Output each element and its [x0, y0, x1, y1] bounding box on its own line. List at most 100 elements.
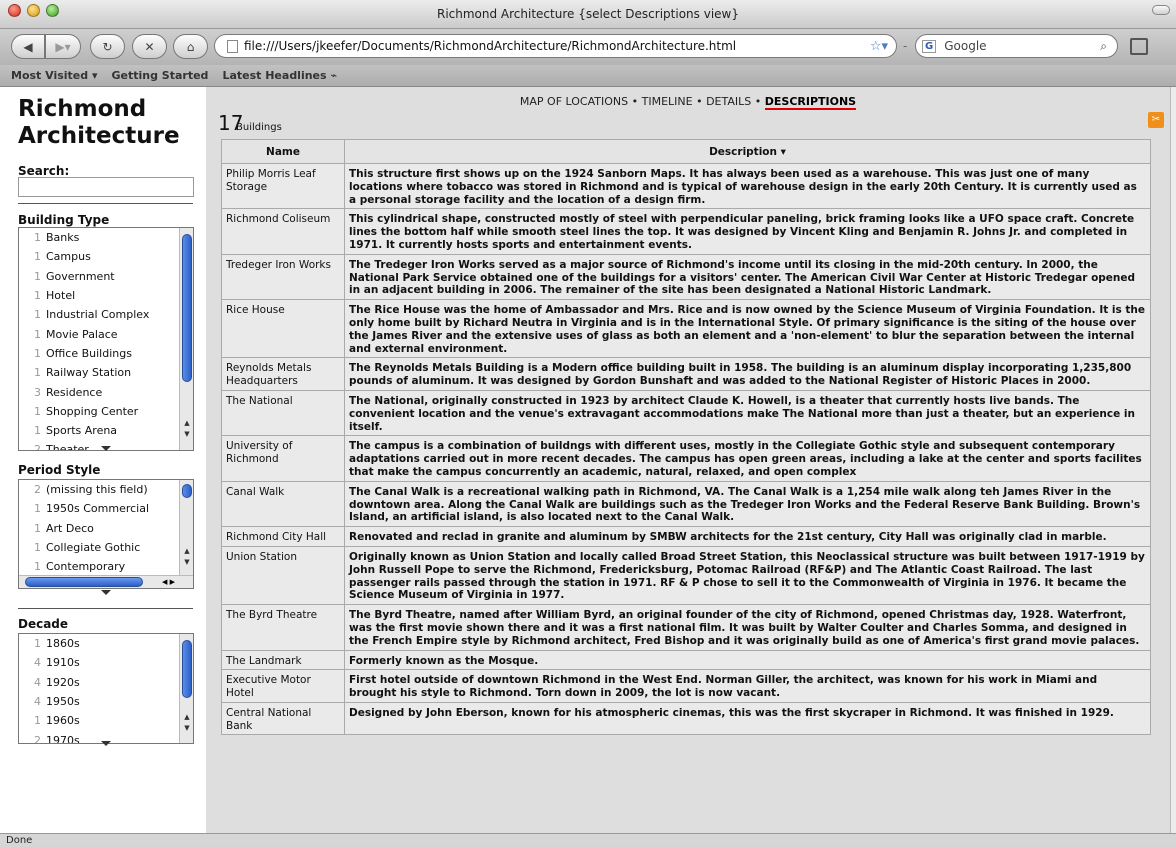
facet-scrollbar[interactable]: ▲ ▼ — [179, 634, 193, 743]
view-link-descriptions[interactable]: DESCRIPTIONS — [764, 95, 857, 110]
facet-item[interactable]: 1 1960s — [19, 711, 193, 730]
building-type-facet[interactable]: 1 Banks 1 Campus 1 Government 1 Hotel 1 Industria… — [18, 227, 194, 451]
table-row[interactable]: Philip Morris Leaf Storage This structure… — [221, 162, 1151, 210]
facet-item[interactable]: 1 1950s Commercial — [19, 499, 193, 518]
facet-item[interactable]: 4 1920s — [19, 673, 193, 692]
bookmark-latest-headlines[interactable]: Latest Headlines ⌁ — [222, 69, 337, 82]
view-link-timeline[interactable]: TIMELINE — [642, 95, 693, 108]
facet-item[interactable]: 1 Office Buildings — [19, 344, 193, 363]
facet-item-label: Hotel — [46, 289, 76, 303]
building-name-cell[interactable]: Reynolds Metals Headquarters — [221, 357, 345, 391]
facet-item[interactable]: 1 Railway Station — [19, 363, 193, 382]
magnifier-icon[interactable]: ⌕ — [1100, 39, 1107, 54]
facet-item[interactable]: 1 Hotel — [19, 286, 193, 305]
building-name-cell[interactable]: Tredeger Iron Works — [221, 253, 345, 301]
table-row[interactable]: Richmond City Hall Renovated and reclad i… — [221, 526, 1151, 547]
building-name-cell[interactable]: The Landmark — [221, 649, 345, 671]
stop-button[interactable]: ✕ — [132, 34, 167, 59]
facet-scrollbar[interactable]: ▲ ▼ — [179, 480, 193, 577]
title-bar: Richmond Architecture {select Descriptio… — [0, 0, 1176, 29]
facet-item[interactable]: 1 Collegiate Gothic — [19, 538, 193, 557]
table-row[interactable]: The Byrd Theatre The Byrd Theatre, named … — [221, 604, 1151, 651]
table-row[interactable]: Canal Walk The Canal Walk is a recreation… — [221, 480, 1151, 528]
table-row[interactable]: Tredeger Iron Works The Tredeger Iron Wor… — [221, 253, 1151, 301]
expand-triangle-icon[interactable] — [101, 590, 111, 595]
view-separator: • — [631, 95, 642, 108]
scroll-thumb[interactable] — [182, 234, 192, 382]
page-scrollbar[interactable] — [1170, 87, 1176, 833]
forward-button[interactable]: ▶▾ — [45, 34, 81, 59]
facet-item[interactable]: 3 Residence — [19, 382, 193, 401]
reload-button[interactable]: ↻ — [90, 34, 125, 59]
facet-item[interactable]: 1 Campus — [19, 247, 193, 266]
facet-item-count: 1 — [34, 404, 41, 418]
facet-item-label: Theater — [46, 443, 89, 451]
horizontal-scroll-thumb[interactable] — [25, 577, 143, 587]
view-link-details[interactable]: DETAILS — [706, 95, 751, 108]
facet-item-count: 1 — [34, 289, 41, 303]
bookmark-star-icon[interactable]: ☆▾ — [870, 39, 888, 54]
table-row[interactable]: Richmond Coliseum This cylindrical shape,… — [221, 208, 1151, 255]
google-icon[interactable]: G — [922, 39, 937, 53]
scroll-arrows-icon[interactable]: ▲ ▼ — [181, 712, 193, 734]
table-row[interactable]: Reynolds Metals Headquarters The Reynolds… — [221, 357, 1151, 391]
building-name-cell[interactable]: Central National Bank — [221, 701, 345, 736]
bookmark-most-visited[interactable]: Most Visited ▾ — [11, 69, 98, 82]
facet-item[interactable]: 1 Banks — [19, 228, 193, 247]
scroll-arrows-icon[interactable]: ▲ ▼ — [181, 418, 193, 440]
building-description-cell: Formerly known as the Mosque. — [344, 649, 1151, 671]
facet-item[interactable]: 4 1950s — [19, 692, 193, 711]
table-row[interactable]: The Landmark Formerly known as the Mosque… — [221, 649, 1151, 671]
url-bar[interactable]: file:///Users/jkeefer/Documents/Richmond… — [214, 34, 897, 58]
building-name-cell[interactable]: Philip Morris Leaf Storage — [221, 162, 345, 210]
bookmark-getting-started[interactable]: Getting Started — [112, 69, 209, 82]
facet-item[interactable]: 1 Sports Arena — [19, 421, 193, 440]
view-link-map[interactable]: MAP OF LOCATIONS — [520, 95, 628, 108]
building-description-cell: This cylindrical shape, constructed most… — [344, 208, 1151, 255]
building-name-cell[interactable]: Rice House — [221, 299, 345, 359]
building-name-cell[interactable]: The National — [221, 389, 345, 437]
horizontal-scrollbar[interactable]: ◀ ▶ — [19, 575, 193, 588]
facet-item[interactable]: 1 Industrial Complex — [19, 305, 193, 324]
facet-item[interactable]: 1 Government — [19, 267, 193, 286]
facet-item-label: Movie Palace — [46, 327, 118, 341]
table-row[interactable]: Executive Motor Hotel First hotel outside… — [221, 669, 1151, 703]
back-button[interactable]: ◀ — [11, 34, 45, 59]
facet-item[interactable]: 1 1860s — [19, 634, 193, 653]
building-name-cell[interactable]: Executive Motor Hotel — [221, 669, 345, 703]
facet-item[interactable]: 2 (missing this field) — [19, 480, 193, 499]
building-name-cell[interactable]: Richmond City Hall — [221, 526, 345, 547]
facet-item[interactable]: 1 Contemporary — [19, 557, 193, 576]
table-row[interactable]: Rice House The Rice House was the home of… — [221, 299, 1151, 359]
table-row[interactable]: Central National Bank Designed by John Eb… — [221, 701, 1151, 736]
scroll-thumb[interactable] — [182, 640, 192, 698]
facet-item[interactable]: 1 Shopping Center — [19, 402, 193, 421]
table-row[interactable]: Union Station Originally known as Union S… — [221, 545, 1151, 606]
building-name-cell[interactable]: Richmond Coliseum — [221, 208, 345, 255]
facet-item[interactable]: 1 Art Deco — [19, 519, 193, 538]
expand-triangle-icon[interactable] — [101, 741, 111, 746]
building-name-cell[interactable]: Canal Walk — [221, 480, 345, 528]
scroll-left-right-icon[interactable]: ◀ ▶ — [162, 576, 175, 588]
building-name-cell[interactable]: University of Richmond — [221, 435, 345, 482]
home-button[interactable]: ⌂ — [173, 34, 208, 59]
building-name-cell[interactable]: Union Station — [221, 545, 345, 606]
search-engine-box[interactable]: G Google ⌕ — [915, 34, 1118, 58]
tabs-icon[interactable] — [1130, 38, 1148, 55]
expand-triangle-icon[interactable] — [101, 446, 111, 451]
decade-facet[interactable]: 1 1860s 4 1910s 4 1920s 4 1950s 1 1960s 2 1970s ▲ ▼ — [18, 633, 194, 744]
search-input[interactable] — [18, 177, 194, 197]
description-column-header[interactable]: Description ▾ — [344, 139, 1151, 164]
building-name-cell[interactable]: The Byrd Theatre — [221, 604, 345, 651]
facet-item[interactable]: 1 Movie Palace — [19, 324, 193, 343]
period-style-facet[interactable]: 2 (missing this field) 1 1950s Commercial 1 A… — [18, 479, 194, 589]
table-row[interactable]: University of Richmond The campus is a co… — [221, 435, 1151, 482]
exhibit-icon[interactable]: ✂ — [1148, 112, 1164, 128]
scroll-thumb[interactable] — [182, 484, 192, 498]
table-row[interactable]: The National The National, originally con… — [221, 389, 1151, 437]
name-column-header[interactable]: Name — [221, 139, 345, 164]
toolbar-toggle-button[interactable] — [1152, 5, 1170, 15]
facet-item[interactable]: 4 1910s — [19, 653, 193, 672]
scroll-arrows-icon[interactable]: ▲ ▼ — [181, 546, 193, 568]
facet-scrollbar[interactable]: ▲ ▼ — [179, 228, 193, 450]
